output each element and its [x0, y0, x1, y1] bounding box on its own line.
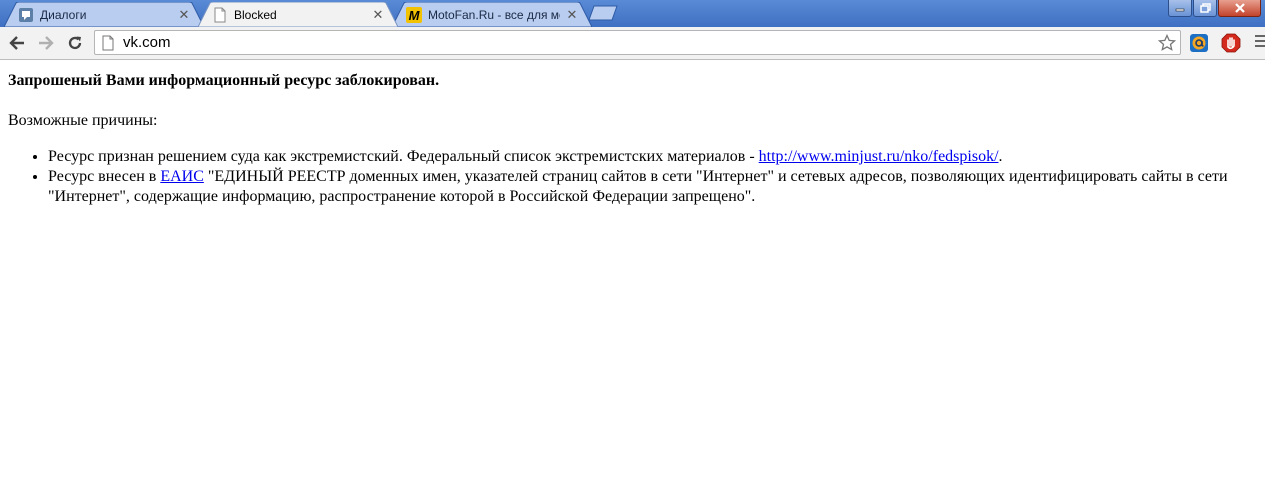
stop-hand-icon: [1221, 33, 1241, 53]
reason2-text: Ресурс внесен в: [48, 168, 161, 185]
close-icon[interactable]: ✕: [564, 7, 580, 23]
minjust-link[interactable]: http://www.minjust.ru/nko/fedspisok/: [759, 148, 999, 165]
tab-title: MotoFan.Ru - все для мот: [428, 7, 560, 22]
chrome-menu-button[interactable]: [1255, 35, 1265, 51]
reason1-suffix: .: [998, 148, 1003, 165]
close-window-icon: [1234, 3, 1245, 13]
list-item: Ресурс признан решением суда как экстрем…: [48, 147, 1257, 167]
page-icon: [100, 35, 116, 51]
reason1-text: Ресурс признан решением суда как экстрем…: [48, 148, 759, 165]
toolbar: [0, 27, 1265, 60]
at-sign-icon: [1190, 34, 1208, 52]
back-arrow-icon: [9, 36, 24, 50]
page-content: Запрошеный Вами информационный ресурс за…: [8, 61, 1257, 207]
restore-button[interactable]: [1193, 0, 1217, 17]
tab-title: Диалоги: [40, 7, 87, 22]
address-bar[interactable]: [94, 30, 1181, 55]
close-window-button[interactable]: [1218, 0, 1261, 17]
forward-button[interactable]: [35, 32, 57, 54]
minimize-icon: [1175, 8, 1185, 12]
svg-text:M: M: [409, 8, 421, 23]
restore-icon: [1199, 3, 1211, 13]
close-icon[interactable]: ✕: [176, 7, 192, 23]
window-controls: [1167, 0, 1261, 19]
bookmark-star-icon[interactable]: [1157, 33, 1177, 53]
forward-arrow-icon: [39, 36, 54, 50]
mail-ru-extension-button[interactable]: [1188, 32, 1210, 54]
reasons-list: Ресурс признан решением суда как экстрем…: [8, 147, 1257, 207]
vk-dialog-icon: [18, 7, 34, 23]
tab-blocked[interactable]: Blocked ✕: [198, 2, 398, 27]
menu-line: [1255, 45, 1265, 47]
tab-strip: Диалоги ✕ M MotoFan.Ru - все для мот ✕ B…: [0, 0, 1265, 27]
list-item: Ресурс внесен в ЕАИС "ЕДИНЫЙ РЕЕСТР доме…: [48, 167, 1257, 207]
reason2-suffix: "ЕДИНЫЙ РЕЕСТР доменных имен, указателей…: [48, 168, 1228, 205]
reasons-label: Возможные причины:: [8, 112, 158, 129]
url-input[interactable]: [123, 32, 1157, 53]
tab-dialogs[interactable]: Диалоги ✕: [4, 2, 204, 27]
menu-line: [1255, 40, 1265, 42]
page-heading: Запрошеный Вами информационный ресурс за…: [8, 72, 440, 89]
adblock-extension-button[interactable]: [1220, 32, 1242, 54]
minimize-button[interactable]: [1168, 0, 1192, 17]
reload-icon: [68, 36, 82, 50]
tab-motofan[interactable]: M MotoFan.Ru - все для мот ✕: [392, 2, 592, 27]
back-button[interactable]: [6, 32, 28, 54]
motofan-icon: M: [406, 6, 422, 23]
new-tab-button[interactable]: [588, 5, 618, 21]
menu-line: [1255, 35, 1265, 37]
page-icon: [212, 7, 228, 23]
eais-link[interactable]: ЕАИС: [160, 168, 204, 185]
close-icon[interactable]: ✕: [370, 7, 386, 23]
tab-title: Blocked: [234, 7, 277, 22]
reload-button[interactable]: [64, 32, 86, 54]
